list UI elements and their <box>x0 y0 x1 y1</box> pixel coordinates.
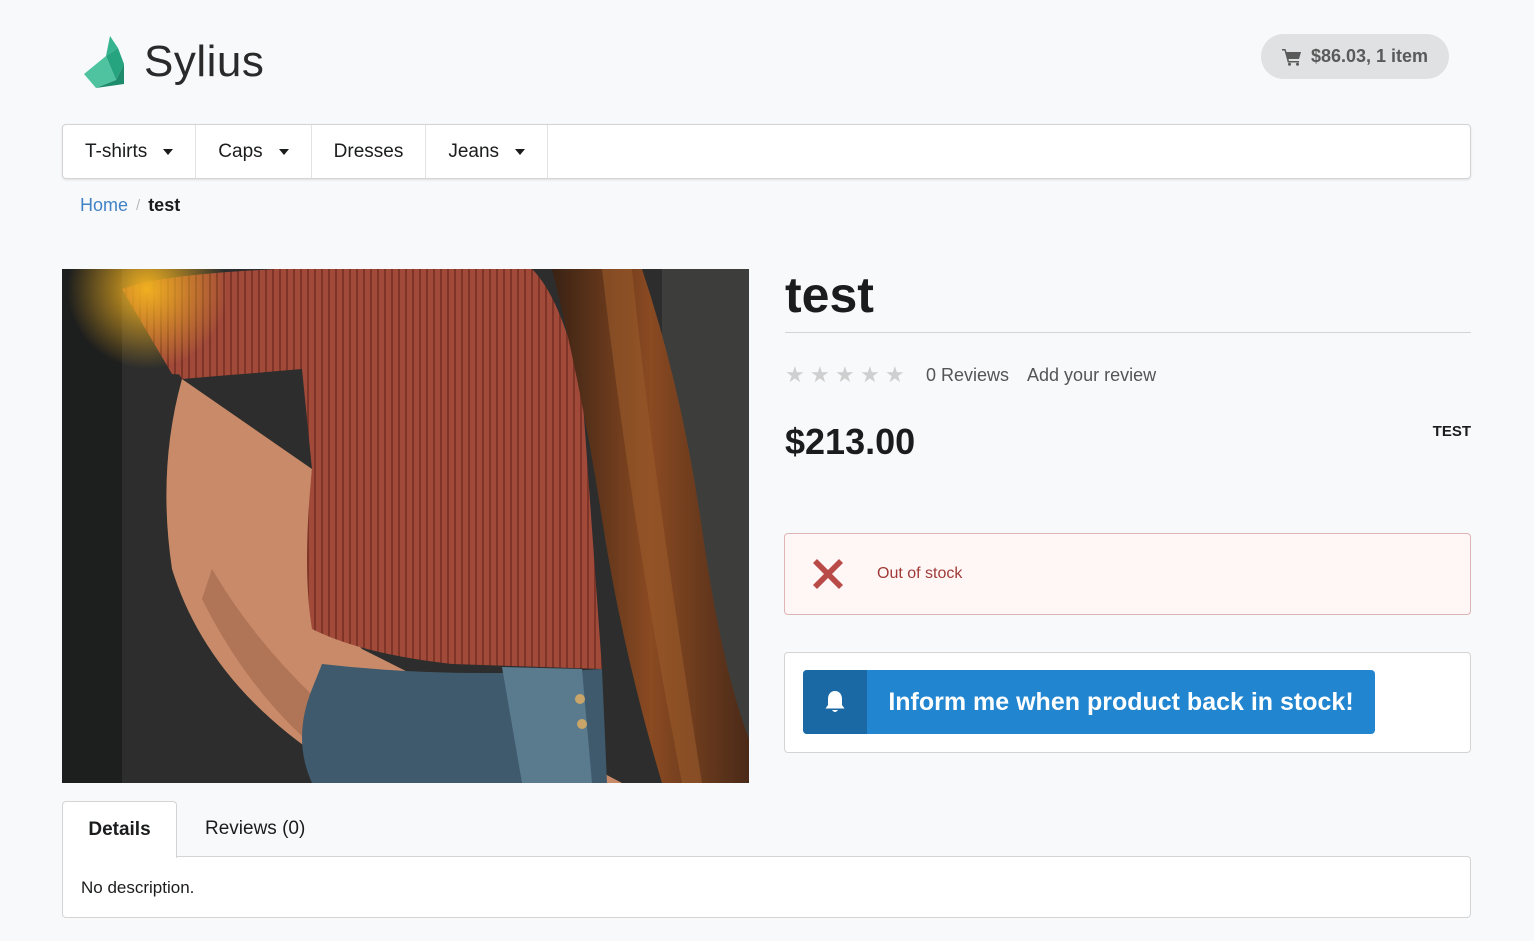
add-review-link[interactable]: Add your review <box>1027 365 1156 386</box>
menu-item-label: Caps <box>218 140 263 162</box>
star-icon[interactable]: ★ <box>860 364 885 386</box>
dropdown-caret-icon <box>515 148 526 155</box>
product-title: test <box>785 267 874 323</box>
product-image[interactable] <box>62 269 749 783</box>
product-description: No description. <box>81 878 195 897</box>
stock-status-text: Out of stock <box>877 565 963 582</box>
star-icon[interactable]: ★ <box>835 364 860 386</box>
menu-item-label: Jeans <box>448 140 500 162</box>
reviews-count: 0 Reviews <box>926 364 1010 385</box>
close-x-icon <box>813 559 843 589</box>
menu-item-jeans[interactable]: Jeans <box>426 125 549 178</box>
title-divider <box>785 332 1471 333</box>
product-code: TEST <box>1432 423 1471 440</box>
notify-icon-wrap <box>803 670 867 734</box>
dropdown-caret-icon <box>278 148 289 155</box>
cart-button[interactable]: $86.03, 1 item <box>1261 34 1449 79</box>
tab-panel-details: No description. <box>62 856 1471 918</box>
breadcrumb: Home / test <box>80 195 180 216</box>
tab-reviews[interactable]: Reviews (0) <box>205 818 305 840</box>
menu-item-label: T-shirts <box>85 140 148 162</box>
swan-logo-icon <box>84 36 124 88</box>
tab-details[interactable]: Details <box>62 801 177 858</box>
star-icon[interactable]: ★ <box>885 364 910 386</box>
menu-item-dresses[interactable]: Dresses <box>312 125 427 178</box>
bell-icon <box>825 691 845 712</box>
breadcrumb-separator: / <box>136 197 141 214</box>
main-menu: T-shirts Caps Dresses Jeans <box>62 124 1471 179</box>
star-icon[interactable]: ★ <box>785 364 810 386</box>
menu-item-tshirts[interactable]: T-shirts <box>63 125 197 178</box>
cart-icon <box>1281 48 1301 66</box>
out-of-stock-message: Out of stock <box>784 533 1471 615</box>
rating-row: ★ ★ ★ ★ ★ 0 Reviews Add your review <box>785 364 1156 386</box>
menu-item-caps[interactable]: Caps <box>196 125 312 178</box>
notify-panel: Inform me when product back in stock! <box>784 652 1471 753</box>
notify-back-in-stock-button[interactable]: Inform me when product back in stock! <box>803 670 1375 734</box>
logo-text: Sylius <box>144 37 265 86</box>
tab-details-label: Details <box>88 819 151 840</box>
product-price: $213.00 <box>785 421 916 462</box>
breadcrumb-current: test <box>148 195 181 215</box>
sylius-logo[interactable]: Sylius <box>80 34 264 90</box>
menu-item-label: Dresses <box>333 140 404 162</box>
dropdown-caret-icon <box>163 148 174 155</box>
cart-summary: $86.03, 1 item <box>1310 46 1429 66</box>
breadcrumb-home-link[interactable]: Home <box>80 195 128 216</box>
notify-button-label: Inform me when product back in stock! <box>888 687 1354 716</box>
star-icon[interactable]: ★ <box>810 364 835 386</box>
